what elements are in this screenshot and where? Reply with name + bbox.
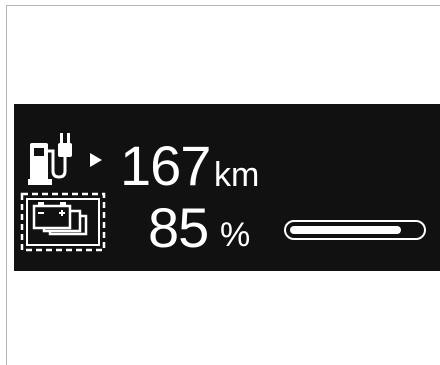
soc-bar xyxy=(284,220,426,240)
fuel-pump-plug-arrow-icon xyxy=(28,133,102,185)
range-value: 167 xyxy=(120,134,211,197)
soc-unit: % xyxy=(220,216,251,254)
frame-top-line xyxy=(6,5,440,6)
range-unit: km xyxy=(214,156,260,194)
battery-stack-icon xyxy=(20,192,106,252)
range-display-panel: 167 km 85 % xyxy=(14,104,440,271)
frame-left-line xyxy=(6,5,7,365)
soc-value: 85 xyxy=(148,196,209,259)
soc-bar-fill xyxy=(290,226,401,234)
